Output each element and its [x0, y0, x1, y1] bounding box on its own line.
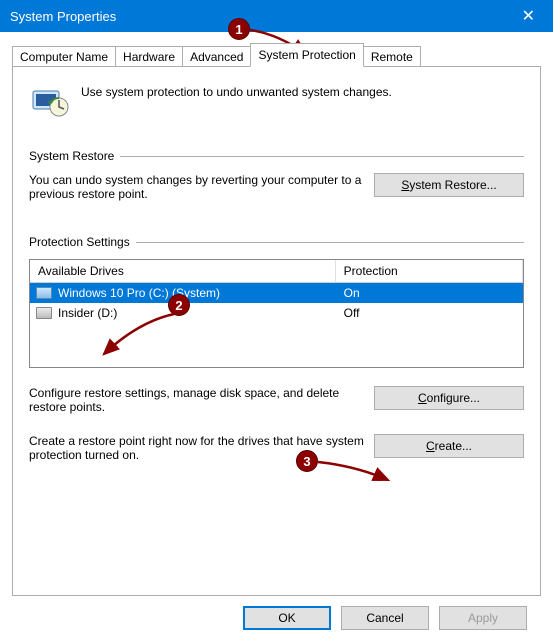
ok-button[interactable]: OK	[243, 606, 331, 630]
drive-icon	[36, 307, 52, 319]
list-item[interactable]: Windows 10 Pro (C:) (System) On	[30, 283, 523, 303]
create-text: Create a restore point right now for the…	[29, 434, 364, 462]
tab-panel-system-protection: Use system protection to undo unwanted s…	[12, 66, 541, 596]
drive-icon	[36, 287, 52, 299]
system-restore-button[interactable]: System Restore...	[374, 173, 524, 197]
tab-remote[interactable]: Remote	[363, 46, 421, 67]
drive-name: Windows 10 Pro (C:) (System)	[58, 286, 220, 300]
system-restore-heading: System Restore	[29, 149, 114, 163]
intro-text: Use system protection to undo unwanted s…	[81, 81, 392, 99]
configure-text: Configure restore settings, manage disk …	[29, 386, 364, 414]
tabstrip: Computer Name Hardware Advanced System P…	[12, 42, 541, 66]
column-protection: Protection	[336, 260, 523, 282]
tab-advanced[interactable]: Advanced	[182, 46, 251, 67]
drive-protection: Off	[336, 306, 523, 320]
tab-computer-name[interactable]: Computer Name	[12, 46, 116, 67]
close-icon[interactable]: ✕	[514, 6, 543, 26]
system-protection-icon	[29, 81, 69, 121]
column-drives: Available Drives	[30, 260, 336, 282]
list-header: Available Drives Protection	[30, 260, 523, 283]
tab-hardware[interactable]: Hardware	[115, 46, 183, 67]
window-title: System Properties	[10, 9, 116, 24]
divider	[120, 156, 524, 157]
protection-settings-heading: Protection Settings	[29, 235, 130, 249]
cancel-button[interactable]: Cancel	[341, 606, 429, 630]
drive-protection: On	[336, 286, 523, 300]
tab-system-protection[interactable]: System Protection	[250, 43, 363, 67]
configure-button[interactable]: Configure...	[374, 386, 524, 410]
create-button[interactable]: Create...	[374, 434, 524, 458]
apply-button[interactable]: Apply	[439, 606, 527, 630]
system-restore-text: You can undo system changes by reverting…	[29, 173, 364, 201]
divider	[136, 242, 524, 243]
